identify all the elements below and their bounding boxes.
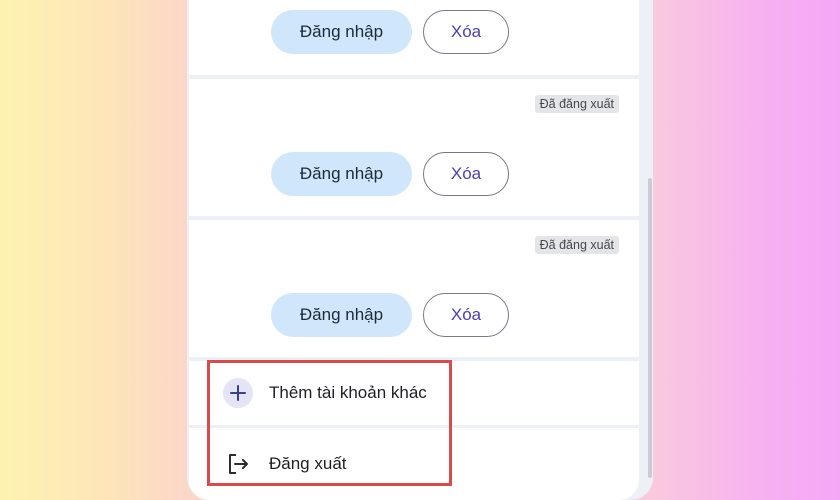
scrollbar[interactable] <box>647 0 653 500</box>
account-card-2: Đã đăng xuất Đăng nhập Xóa <box>189 79 639 216</box>
account-panel: Đăng nhập Xóa Đã đăng xuất Đăng nhập Xóa… <box>187 0 653 500</box>
login-button[interactable]: Đăng nhập <box>271 10 412 54</box>
delete-button[interactable]: Xóa <box>423 293 509 337</box>
plus-icon <box>223 378 253 408</box>
account-card-3: Đã đăng xuất Đăng nhập Xóa <box>189 220 639 357</box>
scrollbar-thumb[interactable] <box>648 178 652 478</box>
account-actions: Đăng nhập Xóa <box>271 10 509 54</box>
account-card-1: Đăng nhập Xóa <box>189 0 639 75</box>
account-actions: Đăng nhập Xóa <box>271 293 509 337</box>
logout-item[interactable]: Đăng xuất <box>189 428 639 500</box>
add-account-item[interactable]: Thêm tài khoản khác <box>189 361 639 425</box>
status-badge: Đã đăng xuất <box>534 236 619 254</box>
delete-button[interactable]: Xóa <box>423 152 509 196</box>
logout-label: Đăng xuất <box>269 454 347 473</box>
status-badge: Đã đăng xuất <box>534 95 619 113</box>
delete-button[interactable]: Xóa <box>423 10 509 54</box>
logout-arrow-icon <box>223 449 253 479</box>
add-account-label: Thêm tài khoản khác <box>269 383 427 402</box>
account-actions: Đăng nhập Xóa <box>271 152 509 196</box>
login-button[interactable]: Đăng nhập <box>271 152 412 196</box>
login-button[interactable]: Đăng nhập <box>271 293 412 337</box>
